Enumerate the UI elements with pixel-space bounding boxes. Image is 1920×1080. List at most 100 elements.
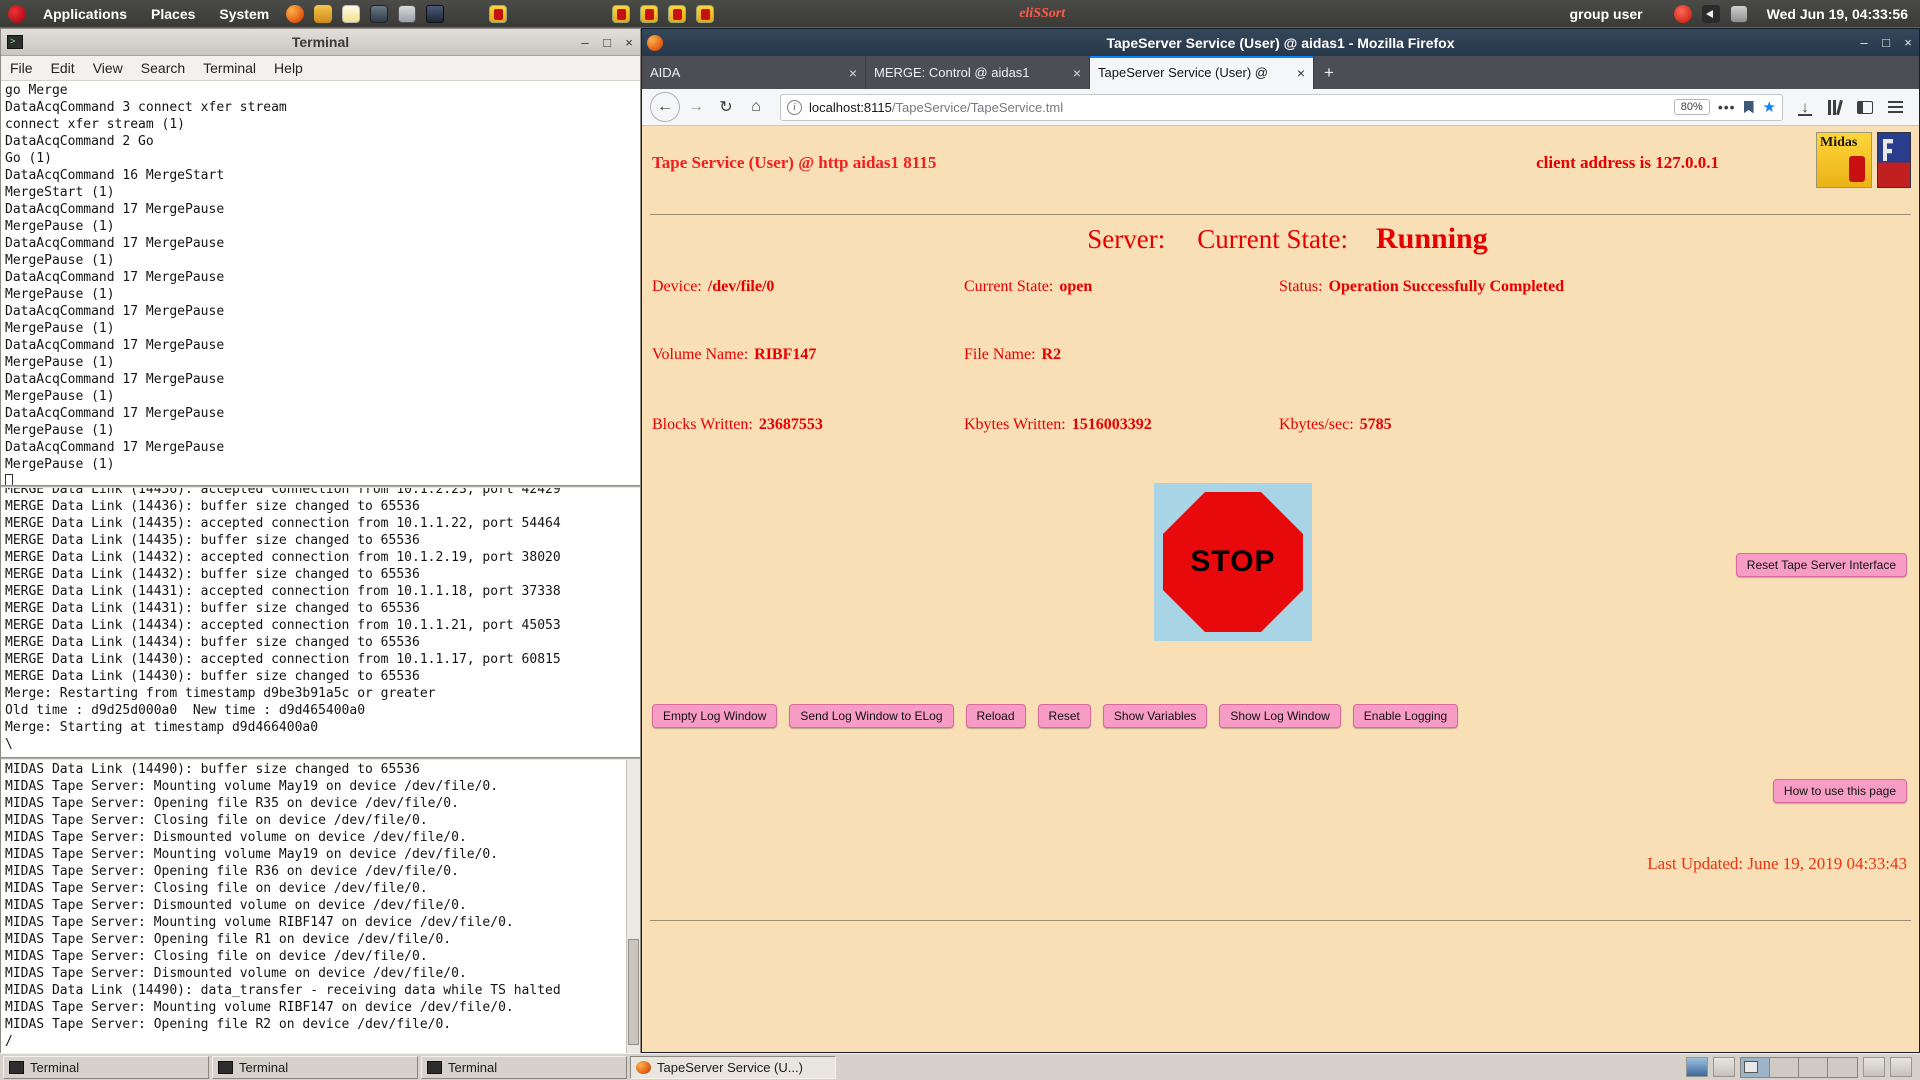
stop-button[interactable]: STOP <box>1154 483 1312 641</box>
volume-icon[interactable] <box>1702 5 1720 23</box>
reload-button[interactable]: ↻ <box>712 93 740 121</box>
log-line: MergePause (1) <box>5 286 640 303</box>
show-log-window-button[interactable]: Show Log Window <box>1219 704 1340 728</box>
log-line: \ <box>5 736 640 753</box>
sidebar-icon[interactable] <box>1851 93 1879 121</box>
reset-button[interactable]: Reset <box>1038 704 1091 728</box>
kbytes-written-field: Kbytes Written:1516003392 <box>964 416 1152 434</box>
url-text[interactable]: localhost:8115/TapeService/TapeService.t… <box>809 100 1063 115</box>
midas-launcher-icon[interactable] <box>612 5 630 23</box>
horizontal-rule <box>650 214 1911 215</box>
forward-button[interactable]: → <box>682 93 710 121</box>
menu-applications[interactable]: Applications <box>31 0 139 27</box>
terminal-menu-terminal[interactable]: Terminal <box>194 60 265 76</box>
terminal-menu-edit[interactable]: Edit <box>42 60 84 76</box>
downloads-icon[interactable]: ↓ <box>1791 93 1819 121</box>
send-log-window-to-elog-button[interactable]: Send Log Window to ELog <box>789 704 953 728</box>
camera-launcher-icon[interactable] <box>426 5 444 23</box>
minimize-icon[interactable]: – <box>1853 33 1875 53</box>
terminal-scrollbar[interactable] <box>626 760 640 1054</box>
terminal-menu-view[interactable]: View <box>84 60 132 76</box>
taskbar-item-terminal-3[interactable]: Terminal <box>421 1056 627 1079</box>
log-line: MIDAS Tape Server: Opening file R1 on de… <box>5 931 624 948</box>
workspace-4[interactable] <box>1828 1058 1857 1077</box>
empty-log-window-button[interactable]: Empty Log Window <box>652 704 777 728</box>
taskbar-item-terminal-1[interactable]: Terminal <box>3 1056 209 1079</box>
terminal-log-pane-midas-tape[interactable]: MIDAS Data Link (14490): buffer size cha… <box>1 760 640 1054</box>
terminal-titlebar[interactable]: Terminal – □ × <box>1 29 640 56</box>
tab-close-icon[interactable]: × <box>1297 65 1305 81</box>
show-variables-button[interactable]: Show Variables <box>1103 704 1208 728</box>
log-line: DataAcqCommand 2 Go <box>5 133 640 150</box>
log-line: MergeStart (1) <box>5 184 640 201</box>
log-line: MIDAS Tape Server: Opening file R36 on d… <box>5 863 624 880</box>
tray-applet-icon[interactable] <box>1863 1057 1885 1077</box>
bookmark-flag-icon[interactable] <box>1744 101 1754 114</box>
bookmark-star-icon[interactable]: ★ <box>1763 98 1776 116</box>
tab-close-icon[interactable]: × <box>849 65 857 81</box>
workspace-2[interactable] <box>1770 1058 1799 1077</box>
tab-aida[interactable]: AIDA × <box>642 56 866 89</box>
tab-merge-control[interactable]: MERGE: Control @ aidas1 × <box>866 56 1090 89</box>
page-actions-icon[interactable]: ••• <box>1718 99 1736 115</box>
calculator-launcher-icon[interactable] <box>398 5 416 23</box>
maximize-icon[interactable]: □ <box>1875 33 1897 53</box>
firefox-launcher-icon[interactable] <box>286 5 304 23</box>
window-list-icon[interactable] <box>1713 1057 1735 1077</box>
menu-places[interactable]: Places <box>139 0 207 27</box>
firefox-titlebar[interactable]: TapeServer Service (User) @ aidas1 - Moz… <box>642 29 1919 56</box>
log-line: MIDAS Tape Server: Dismounted volume on … <box>5 897 624 914</box>
terminal-menu-file[interactable]: File <box>1 60 42 76</box>
update-notifier-icon[interactable] <box>1674 5 1692 23</box>
terminal-log-pane-merge-data[interactable]: MERGE Data Link (14436): accepted connec… <box>1 488 640 757</box>
log-line: / <box>5 1033 624 1050</box>
close-icon[interactable]: × <box>618 32 640 52</box>
keyboard-icon[interactable] <box>1730 5 1748 23</box>
minimize-icon[interactable]: – <box>574 32 596 52</box>
honeycomb-launcher-icon[interactable] <box>314 5 332 23</box>
display-launcher-icon[interactable] <box>370 5 388 23</box>
menu-hamburger-icon[interactable] <box>1881 93 1909 121</box>
clock[interactable]: Wed Jun 19, 04:33:56 <box>1767 6 1908 22</box>
how-to-use-this-page-button[interactable]: How to use this page <box>1773 779 1907 803</box>
url-bar[interactable]: i localhost:8115/TapeService/TapeService… <box>780 94 1783 121</box>
taskbar-item-tapeserver[interactable]: TapeServer Service (U...) <box>630 1056 836 1079</box>
home-button[interactable]: ⌂ <box>742 93 770 121</box>
reload-button[interactable]: Reload <box>966 704 1026 728</box>
log-line: MIDAS Tape Server: Mounting volume May19… <box>5 846 624 863</box>
notes-launcher-icon[interactable] <box>342 5 360 23</box>
back-button[interactable]: ← <box>650 92 680 122</box>
midas-launcher-icon[interactable] <box>696 5 714 23</box>
secondary-logo <box>1877 132 1911 188</box>
midas-launcher-icon[interactable] <box>668 5 686 23</box>
midas-launcher-icon[interactable] <box>489 5 507 23</box>
trash-icon[interactable] <box>1890 1057 1912 1077</box>
workspace-3[interactable] <box>1799 1058 1828 1077</box>
terminal-menu-help[interactable]: Help <box>265 60 312 76</box>
scrollbar-thumb[interactable] <box>628 939 639 1045</box>
reset-tape-server-interface-button[interactable]: Reset Tape Server Interface <box>1736 553 1907 577</box>
log-line: MIDAS Tape Server: Closing file on devic… <box>5 948 624 965</box>
site-info-icon[interactable]: i <box>787 100 802 115</box>
close-icon[interactable]: × <box>1897 33 1919 53</box>
taskbar-item-terminal-2[interactable]: Terminal <box>212 1056 418 1079</box>
tab-tapeserver-service[interactable]: TapeServer Service (User) @ × <box>1090 56 1314 89</box>
workspace-1[interactable] <box>1741 1058 1770 1077</box>
maximize-icon[interactable]: □ <box>596 32 618 52</box>
server-state-heading: Server: Current State: Running <box>642 222 1919 256</box>
client-address: client address is 127.0.0.1 <box>1536 153 1719 173</box>
library-icon[interactable] <box>1821 93 1849 121</box>
current-state-field: Current State:open <box>964 278 1092 296</box>
tab-close-icon[interactable]: × <box>1073 65 1081 81</box>
tab-strip: AIDA × MERGE: Control @ aidas1 × TapeSer… <box>642 56 1919 89</box>
menu-system[interactable]: System <box>207 0 281 27</box>
zoom-level-badge[interactable]: 80% <box>1674 99 1710 115</box>
terminal-menu-search[interactable]: Search <box>132 60 194 76</box>
midas-launcher-icon[interactable] <box>640 5 658 23</box>
enable-logging-button[interactable]: Enable Logging <box>1353 704 1458 728</box>
terminal-log-pane-merge-control[interactable]: go MergeDataAcqCommand 3 connect xfer st… <box>1 81 640 485</box>
distro-menu-icon[interactable] <box>8 5 26 23</box>
new-tab-button[interactable]: + <box>1314 56 1344 89</box>
show-desktop-icon[interactable] <box>1686 1057 1708 1077</box>
log-line: MERGE Data Link (14430): buffer size cha… <box>5 668 640 685</box>
